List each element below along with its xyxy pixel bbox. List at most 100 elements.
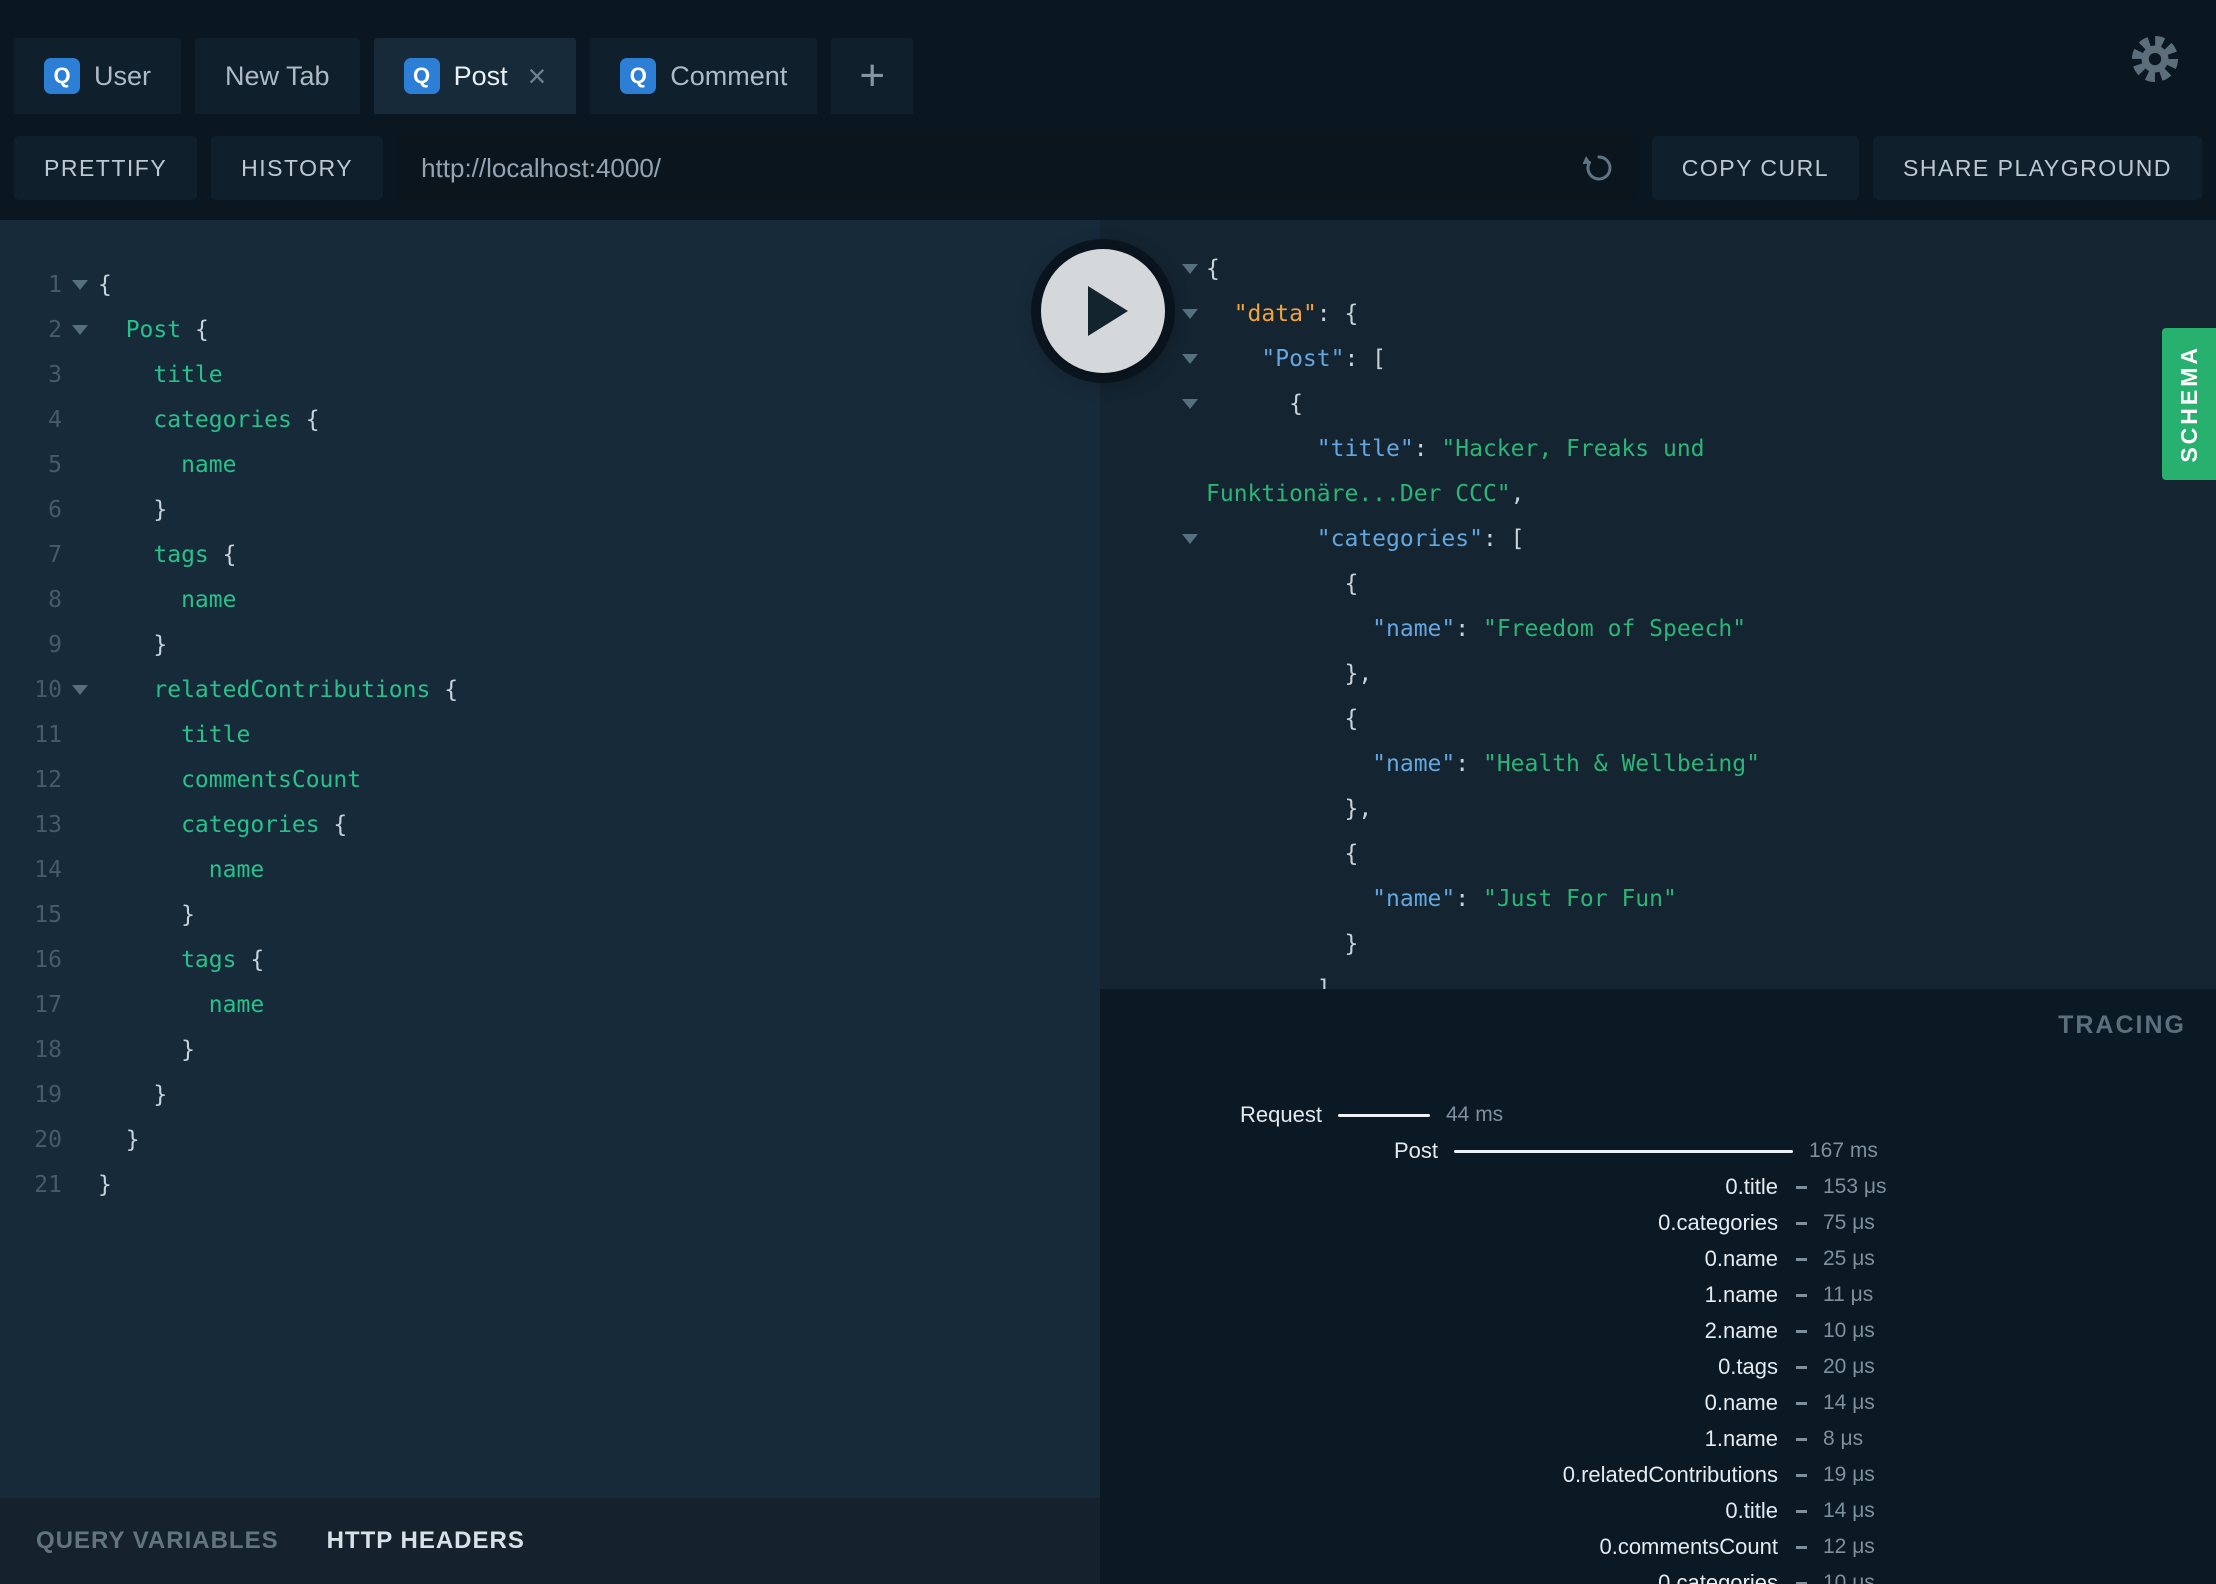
execute-query-button[interactable] <box>1041 249 1165 373</box>
query-line[interactable]: 6 } <box>0 487 1100 532</box>
query-line[interactable]: 16 tags { <box>0 937 1100 982</box>
query-line[interactable]: 10 relatedContributions { <box>0 667 1100 712</box>
query-editor-pane[interactable]: 1{2 Post {3 title 4 categories {5 name 6 }… <box>0 220 1100 1584</box>
code-token: { <box>250 946 265 973</box>
fold-arrow-icon[interactable] <box>62 684 98 695</box>
query-line[interactable]: 9 } <box>0 622 1100 667</box>
tab-post[interactable]: Q Post × <box>373 38 577 114</box>
query-line[interactable]: 2 Post { <box>0 307 1100 352</box>
code-token: } <box>98 1036 195 1063</box>
fold-arrow-icon[interactable] <box>1100 533 1206 544</box>
tab-user[interactable]: Q User <box>14 38 182 114</box>
query-line[interactable]: 3 title <box>0 352 1100 397</box>
query-line[interactable]: 13 categories { <box>0 802 1100 847</box>
endpoint-url-input[interactable] <box>397 136 1638 200</box>
code-token: }, <box>1206 795 1373 822</box>
tracing-row: Post 167 ms <box>1100 1133 2216 1169</box>
code-text: relatedContributions { <box>98 677 458 703</box>
query-line[interactable]: 20 } <box>0 1117 1100 1162</box>
response-lines: { "data": { "Post": [ { "title": "Hacker… <box>1100 246 2216 989</box>
line-number: 1 <box>48 271 62 298</box>
tracing-duration: 20 μs <box>1823 1355 1875 1378</box>
tracing-row: 1.name 11 μs <box>1100 1277 2216 1313</box>
response-line: "title": "Hacker, Freaks und <box>1100 426 2216 471</box>
schema-tab-button[interactable]: SCHEMA <box>2162 328 2216 480</box>
close-tab-icon[interactable]: × <box>528 60 547 92</box>
code-token: name <box>98 451 237 478</box>
tracing-row: 0.commentsCount 12 μs <box>1100 1529 2216 1565</box>
code-text: tags { <box>98 542 236 568</box>
tab-strip: Q User New Tab Q Post × Q Comment + <box>14 38 914 114</box>
history-button[interactable]: HISTORY <box>211 136 384 200</box>
duration-dash-icon <box>1796 1221 1807 1225</box>
settings-gear-icon[interactable] <box>2128 32 2182 86</box>
query-line[interactable]: 11 title <box>0 712 1100 757</box>
response-line: } <box>1100 921 2216 966</box>
query-line[interactable]: 12 commentsCount <box>0 757 1100 802</box>
code-token: : <box>1455 885 1483 912</box>
code-token: "name" <box>1372 885 1456 912</box>
code-token: title <box>98 721 251 748</box>
code-token: : <box>1455 750 1483 777</box>
duration-dash-icon <box>1796 1257 1807 1261</box>
query-line[interactable]: 14 name <box>0 847 1100 892</box>
duration-dash-icon <box>1796 1329 1807 1333</box>
code-text: } <box>1206 931 1358 957</box>
query-line[interactable]: 15 } <box>0 892 1100 937</box>
code-text: categories { <box>98 812 347 838</box>
query-line[interactable]: 19 } <box>0 1072 1100 1117</box>
code-text: name <box>98 992 264 1018</box>
tracing-duration: 153 μs <box>1823 1175 1887 1198</box>
code-text: } <box>98 1037 195 1063</box>
http-headers-toggle[interactable]: HTTP HEADERS <box>327 1527 525 1555</box>
code-text: ], <box>1206 976 1345 990</box>
response-line: }, <box>1100 786 2216 831</box>
fold-arrow-icon[interactable] <box>62 279 98 290</box>
query-editor-lines: 1{2 Post {3 title 4 categories {5 name 6 }… <box>0 262 1100 1207</box>
query-badge-icon: Q <box>403 58 440 94</box>
code-text: "categories": [ <box>1206 526 1525 552</box>
line-number: 4 <box>48 406 62 433</box>
fold-arrow-icon[interactable] <box>1100 398 1206 409</box>
reload-schema-icon[interactable] <box>1582 151 1616 185</box>
tab-label: Post <box>453 60 508 91</box>
code-text: } <box>98 1127 140 1153</box>
code-token: "Freedom of Speech" <box>1482 615 1747 642</box>
query-line[interactable]: 8 name <box>0 577 1100 622</box>
line-number: 11 <box>34 721 62 748</box>
tracing-label: Request <box>1240 1102 1322 1127</box>
copy-curl-button[interactable]: COPY CURL <box>1651 136 1860 200</box>
query-line[interactable]: 5 name <box>0 442 1100 487</box>
response-line: { <box>1100 561 2216 606</box>
query-variables-toggle[interactable]: QUERY VARIABLES <box>36 1527 279 1555</box>
response-line: "name": "Just For Fun" <box>1100 876 2216 921</box>
line-number: 17 <box>34 991 62 1018</box>
share-playground-button[interactable]: SHARE PLAYGROUND <box>1873 136 2202 200</box>
code-text: { <box>1206 256 1220 282</box>
query-line[interactable]: 4 categories { <box>0 397 1100 442</box>
line-number: 7 <box>48 541 62 568</box>
code-token: Post <box>98 316 195 343</box>
fold-arrow-icon[interactable] <box>62 324 98 335</box>
code-token: commentsCount <box>98 766 362 793</box>
code-text: { <box>98 272 112 298</box>
tracing-label: 0.categories <box>1658 1210 1778 1235</box>
code-token: "data" <box>1233 300 1317 327</box>
line-number: 18 <box>34 1036 62 1063</box>
code-text: } <box>98 1172 112 1198</box>
tab-comment[interactable]: Q Comment <box>590 38 818 114</box>
query-line[interactable]: 7 tags { <box>0 532 1100 577</box>
tab-new-tab[interactable]: New Tab <box>195 38 360 114</box>
query-line[interactable]: 21} <box>0 1162 1100 1207</box>
query-line[interactable]: 18 } <box>0 1027 1100 1072</box>
prettify-button[interactable]: PRETTIFY <box>14 136 198 200</box>
line-number: 21 <box>34 1171 62 1198</box>
code-token: : <box>1413 435 1442 462</box>
query-line[interactable]: 17 name <box>0 982 1100 1027</box>
tracing-duration: 8 μs <box>1823 1427 1864 1450</box>
query-line[interactable]: 1{ <box>0 262 1100 307</box>
code-token: "categories" <box>1316 525 1483 552</box>
code-token: { <box>1206 705 1359 732</box>
code-text: } <box>98 1082 167 1108</box>
add-tab-button[interactable]: + <box>831 38 914 114</box>
